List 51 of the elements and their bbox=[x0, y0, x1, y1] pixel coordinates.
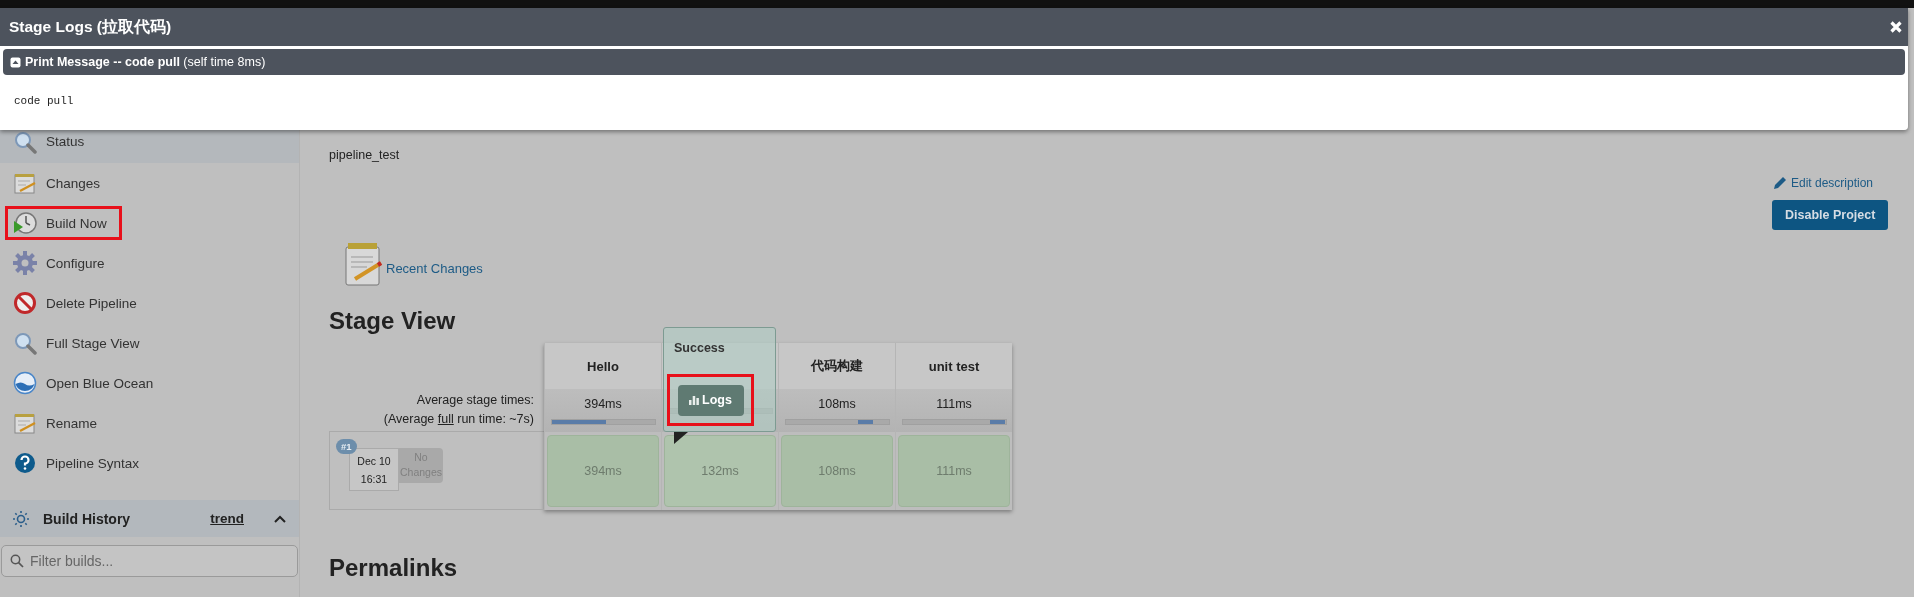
average-time: 394ms bbox=[584, 396, 622, 411]
sidebar-item[interactable]: Full Stage View bbox=[5, 326, 155, 360]
sidebar-item[interactable]: Open Blue Ocean bbox=[5, 366, 169, 400]
logs-button[interactable]: Logs bbox=[677, 384, 744, 416]
caret-up-icon[interactable] bbox=[273, 513, 287, 524]
disable-project-button[interactable]: Disable Project bbox=[1772, 200, 1889, 230]
help-icon bbox=[13, 451, 37, 475]
close-icon[interactable] bbox=[1890, 21, 1902, 33]
stage-header: unit test bbox=[928, 358, 980, 374]
bar-chart-icon bbox=[689, 395, 700, 405]
notepad-icon bbox=[13, 171, 37, 195]
build-time: 16:31 bbox=[360, 472, 388, 485]
prohibited-icon bbox=[13, 291, 37, 315]
notepad-icon bbox=[13, 411, 37, 435]
step-title: Print Message -- code pull (self time 8ms) bbox=[25, 55, 266, 69]
sidebar-item[interactable]: Rename bbox=[5, 406, 113, 440]
average-label: Average stage times: bbox=[416, 392, 534, 409]
filter-field[interactable]: Filter builds... bbox=[1, 545, 298, 577]
log-output: code pull bbox=[13, 94, 75, 109]
trend-link[interactable]: trend bbox=[202, 506, 259, 531]
history-title: Build History bbox=[43, 510, 132, 527]
dotted-sun-icon bbox=[12, 509, 30, 528]
section-heading: Stage View bbox=[329, 307, 456, 335]
edit-description-link[interactable]: Edit description bbox=[1772, 176, 1874, 190]
search-icon bbox=[13, 129, 37, 154]
clock-play-icon bbox=[13, 211, 37, 235]
pencil-icon bbox=[1773, 176, 1787, 190]
modal-title: Stage Logs (拉取代码) bbox=[9, 16, 172, 37]
average-run-time: (Average full run time: ~7s) bbox=[383, 411, 534, 428]
stage-header: 代码构建 bbox=[811, 357, 863, 375]
popover-title: Success bbox=[674, 341, 725, 355]
water-circle-icon bbox=[13, 371, 37, 395]
step-header[interactable]: Print Message -- code pull (self time 8ms) bbox=[3, 49, 1905, 75]
sidebar-item[interactable]: Delete Pipeline bbox=[5, 286, 152, 320]
sidebar-item[interactable]: Build Now bbox=[5, 206, 122, 240]
sidebar-item[interactable]: Changes bbox=[5, 166, 116, 200]
search-icon bbox=[13, 331, 37, 355]
collapse-icon[interactable] bbox=[10, 56, 21, 68]
stage-header: Hello bbox=[587, 358, 619, 374]
full-link[interactable]: full bbox=[437, 412, 454, 426]
notepad-icon bbox=[343, 241, 383, 287]
gear-icon bbox=[13, 251, 37, 275]
average-time: 111ms bbox=[936, 396, 972, 411]
recent-changes-link[interactable]: Recent Changes bbox=[386, 260, 483, 276]
build-number-badge: #1 bbox=[336, 439, 357, 454]
project-description: pipeline_test bbox=[329, 148, 400, 162]
build-date: Dec 10 bbox=[357, 454, 391, 467]
average-time: 108ms bbox=[818, 396, 856, 411]
sidebar-item[interactable]: Configure bbox=[5, 246, 120, 280]
sidebar-item[interactable]: Pipeline Syntax bbox=[5, 446, 155, 480]
section-heading: Permalinks bbox=[329, 554, 458, 582]
